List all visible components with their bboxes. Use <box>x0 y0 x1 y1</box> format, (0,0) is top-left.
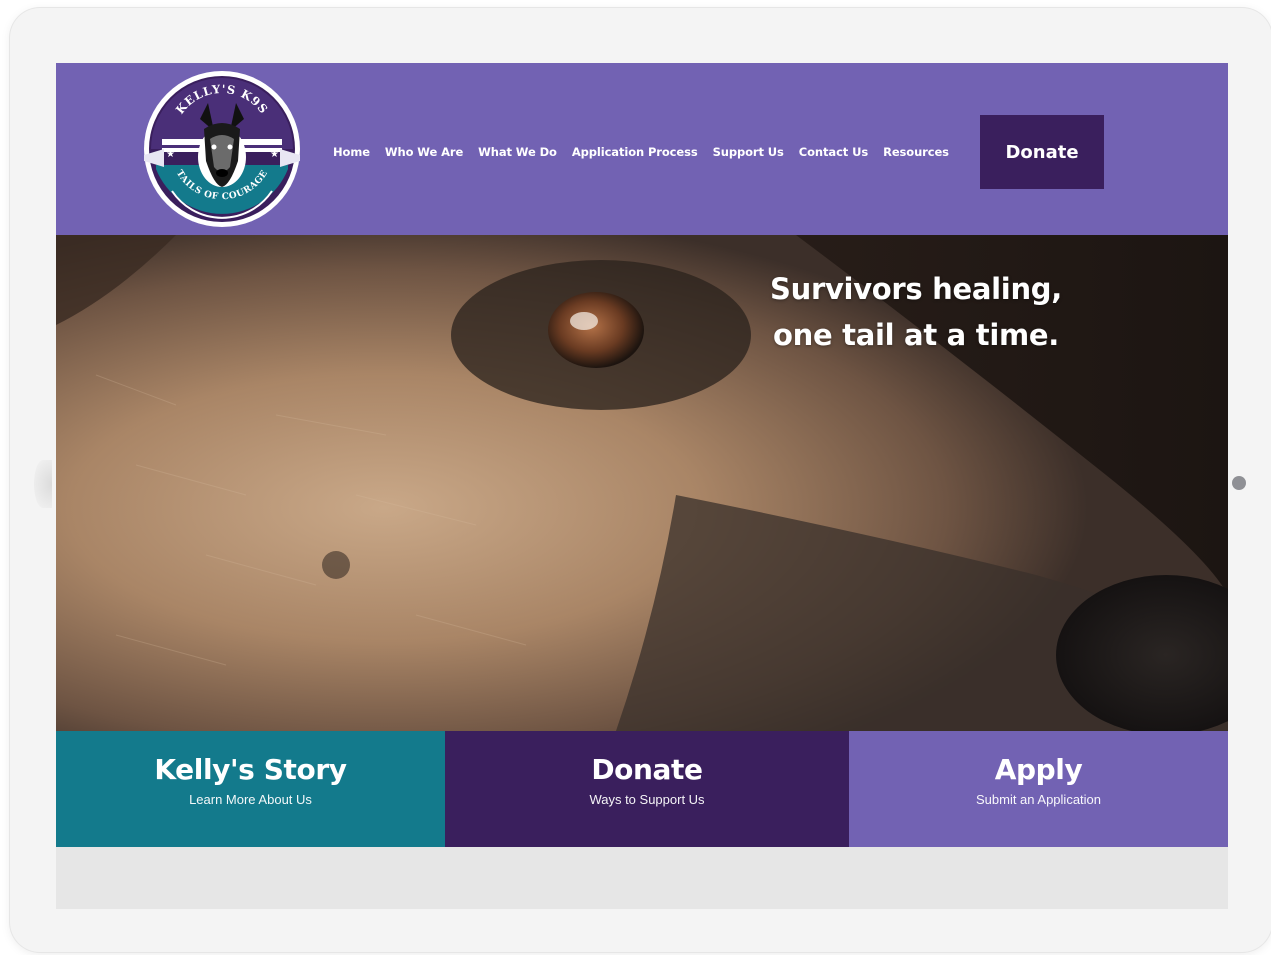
hero-tagline-line-1: Survivors healing, <box>770 272 1062 307</box>
frame-edge-shadow <box>34 460 52 508</box>
nav-support-us[interactable]: Support Us <box>713 145 784 159</box>
kellys-story-subtitle: Learn More About Us <box>189 792 312 807</box>
kellys-story-title: Kelly's Story <box>154 753 347 786</box>
apply-tile[interactable]: Apply Submit an Application <box>849 731 1228 847</box>
nav-home[interactable]: Home <box>333 145 370 159</box>
call-to-action-tiles: Kelly's Story Learn More About Us Donate… <box>56 731 1228 847</box>
website-screen: ★ ★ KELLY'S K9S TAILS OF COURAGE Home Wh… <box>56 63 1228 909</box>
nav-who-we-are[interactable]: Who We Are <box>385 145 463 159</box>
nav-application-process[interactable]: Application Process <box>572 145 698 159</box>
tablet-home-button[interactable] <box>1232 476 1246 490</box>
kellys-k9s-logo[interactable]: ★ ★ KELLY'S K9S TAILS OF COURAGE <box>142 69 302 229</box>
donate-tile-title: Donate <box>591 753 703 786</box>
nav-contact-us[interactable]: Contact Us <box>799 145 868 159</box>
header-donate-button[interactable]: Donate <box>980 115 1104 189</box>
main-nav: Home Who We Are What We Do Application P… <box>333 145 964 159</box>
nav-resources[interactable]: Resources <box>883 145 949 159</box>
svg-text:★: ★ <box>270 149 279 160</box>
site-header: ★ ★ KELLY'S K9S TAILS OF COURAGE Home Wh… <box>56 63 1228 235</box>
donate-tile[interactable]: Donate Ways to Support Us <box>445 731 849 847</box>
page-below-fold <box>56 847 1228 909</box>
hero-tagline-line-2: one tail at a time. <box>773 318 1059 353</box>
kellys-story-tile[interactable]: Kelly's Story Learn More About Us <box>56 731 445 847</box>
apply-tile-subtitle: Submit an Application <box>975 792 1102 807</box>
apply-tile-title: Apply <box>994 753 1083 786</box>
nav-what-we-do[interactable]: What We Do <box>478 145 557 159</box>
svg-text:★: ★ <box>166 149 175 160</box>
donate-tile-subtitle: Ways to Support Us <box>589 792 705 807</box>
hero-banner: Survivors healing, one tail at a time. <box>56 235 1228 731</box>
hero-tagline: Survivors healing, one tail at a time. <box>746 266 1086 358</box>
